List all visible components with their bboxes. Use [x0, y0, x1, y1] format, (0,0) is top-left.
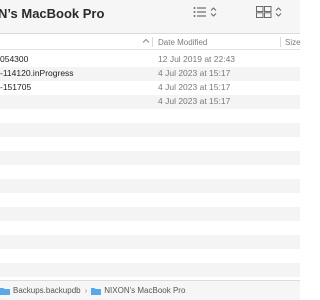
empty-row: [0, 193, 300, 207]
chevron-right-icon: ›: [84, 286, 88, 295]
table-row[interactable]: 054300 12 Jul 2019 at 22:43: [0, 53, 300, 67]
empty-row: [0, 151, 300, 165]
grid-icon: [256, 5, 272, 23]
empty-row: [0, 137, 300, 151]
up-down-chevron-icon: [275, 5, 282, 23]
empty-row: [0, 109, 300, 123]
table-row[interactable]: -114120.inProgress 4 Jul 2023 at 15:17: [0, 67, 300, 81]
empty-row: [0, 123, 300, 137]
table-row[interactable]: 4 Jul 2023 at 15:17: [0, 95, 300, 109]
column-divider[interactable]: [152, 37, 153, 47]
folder-icon: [91, 287, 102, 295]
title-bar: N’s MacBook Pro: [0, 0, 300, 34]
table-row[interactable]: -151705 4 Jul 2023 at 15:17: [0, 81, 300, 95]
up-down-chevron-icon: [210, 5, 217, 23]
window-title: N’s MacBook Pro: [0, 6, 105, 21]
path-item-label: Backups.backupdb: [13, 286, 81, 295]
column-header-date-modified[interactable]: Date Modified: [158, 38, 207, 47]
sort-chevron-up-icon[interactable]: [142, 37, 150, 47]
folder-icon: [0, 287, 10, 295]
empty-row: [0, 165, 300, 179]
empty-row: [0, 207, 300, 221]
file-name: -151705: [0, 82, 32, 92]
path-item-backups[interactable]: Backups.backupdb: [0, 286, 81, 295]
file-date: 4 Jul 2023 at 15:17: [158, 68, 231, 78]
path-item-label: NIXON's MacBook Pro: [104, 286, 186, 295]
file-date: 4 Jul 2023 at 15:17: [158, 96, 231, 106]
column-divider[interactable]: [280, 37, 281, 47]
file-list: 054300 12 Jul 2019 at 22:43 -114120.inPr…: [0, 51, 300, 280]
file-date: 4 Jul 2023 at 15:17: [158, 82, 231, 92]
empty-row: [0, 249, 300, 263]
file-name: 054300: [0, 54, 29, 64]
path-bar: Backups.backupdb › NIXON's MacBook Pro: [0, 280, 300, 300]
file-name: -114120.inProgress: [0, 68, 74, 78]
empty-row: [0, 235, 300, 249]
column-header-bar: Date Modified Size: [0, 34, 301, 50]
column-header-size[interactable]: Size: [285, 38, 301, 47]
empty-row: [0, 221, 300, 235]
path-item-macbook[interactable]: NIXON's MacBook Pro: [91, 286, 185, 295]
file-date: 12 Jul 2019 at 22:43: [158, 54, 236, 64]
group-view-button[interactable]: [256, 5, 282, 23]
list-icon: [193, 5, 207, 23]
empty-row: [0, 263, 300, 277]
list-view-button[interactable]: [193, 5, 217, 23]
empty-row: [0, 179, 300, 193]
